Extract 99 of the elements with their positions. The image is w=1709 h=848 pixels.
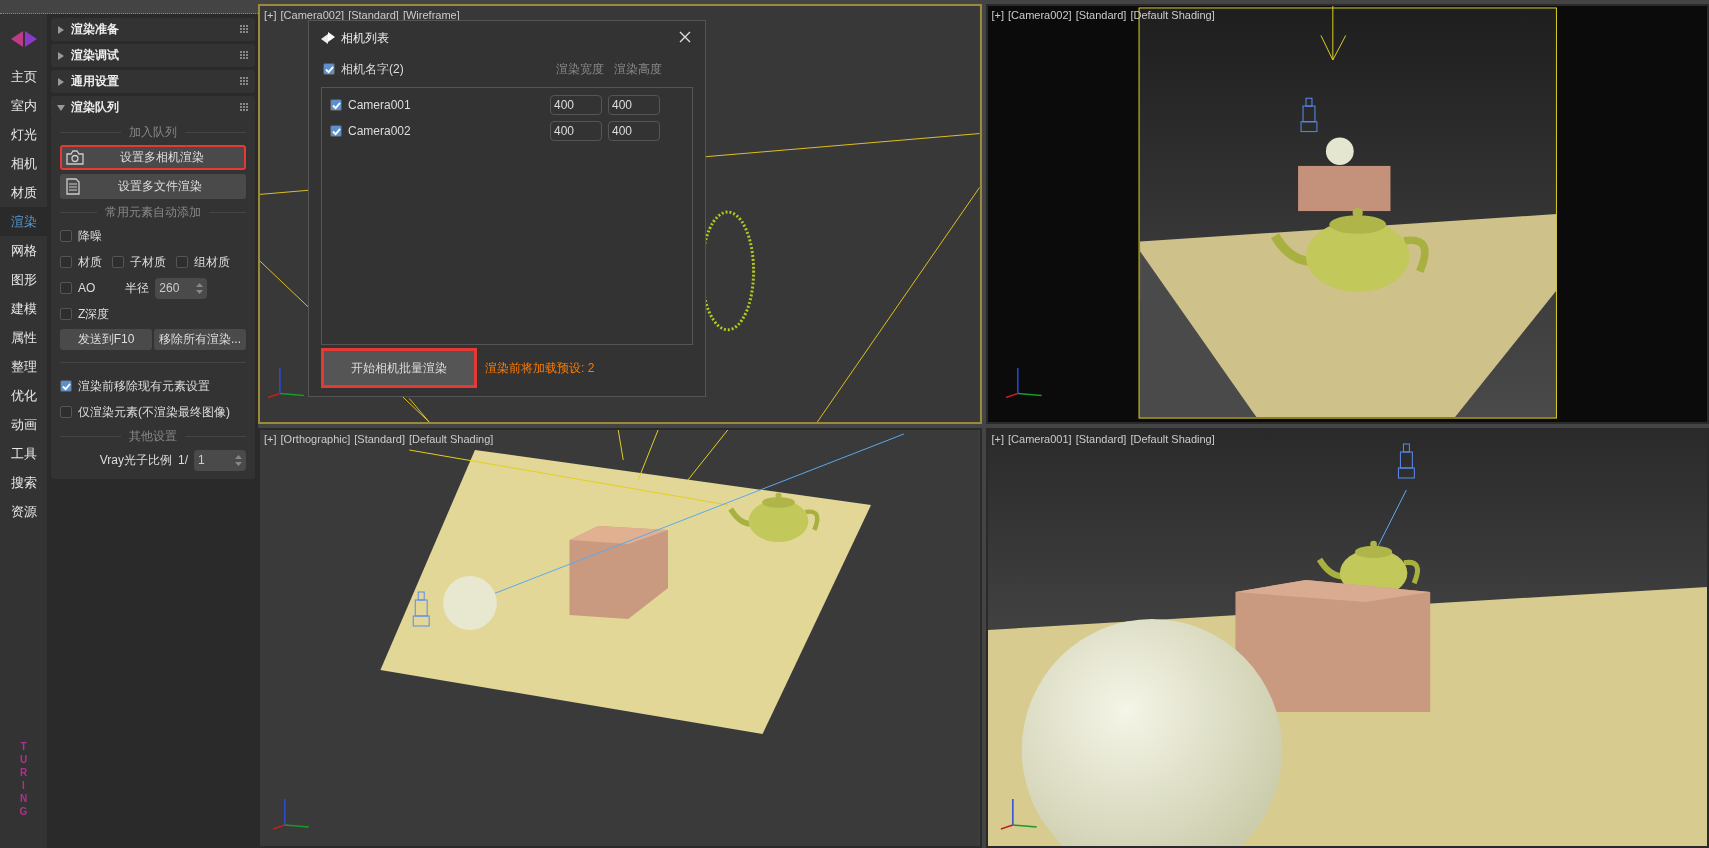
camera-name: Camera002 — [348, 124, 411, 138]
queue-button[interactable]: 设置多文件渲染 — [60, 174, 246, 199]
column-header: 渲染高度 — [613, 60, 663, 78]
sidebar-item[interactable]: 属性 — [0, 323, 47, 352]
checkbox[interactable] — [60, 282, 72, 294]
radius-spinner[interactable]: 260 — [155, 277, 208, 299]
checkbox[interactable] — [323, 63, 335, 75]
height-input[interactable]: 400 — [608, 95, 660, 115]
axis-tripod-drawing — [272, 798, 310, 830]
sidebar-item[interactable]: 网格 — [0, 236, 47, 265]
checkbox[interactable] — [60, 406, 72, 418]
sidebar-item[interactable]: 建模 — [0, 294, 47, 323]
height-input[interactable]: 400 — [608, 121, 660, 141]
viewport-menu-label[interactable]: [+] — [991, 9, 1005, 21]
section-header[interactable]: 渲染队列 — [51, 96, 255, 119]
sidebar-item[interactable]: 图形 — [0, 265, 47, 294]
action-button[interactable]: 发送到F10 — [60, 329, 152, 350]
viewport-menu-label[interactable]: [Orthographic] — [280, 433, 351, 445]
viewport-menu-label[interactable]: [Camera001] — [1008, 433, 1072, 445]
axis-tripod-drawing — [1004, 367, 1042, 399]
checkbox-label: 材质 — [78, 253, 102, 271]
collapsed-triangle-icon[interactable] — [57, 25, 65, 34]
checkbox[interactable] — [176, 256, 188, 268]
sidebar-item[interactable]: 资源 — [0, 497, 47, 526]
sidebar-item[interactable]: 搜索 — [0, 468, 47, 497]
checkbox-label: 降噪 — [78, 227, 102, 245]
photon-ratio-spinner[interactable]: 1 — [194, 449, 246, 471]
checkbox[interactable] — [60, 230, 72, 242]
viewport[interactable]: [+] [Orthographic] [Standard] [Default Shading] — [258, 428, 982, 848]
checkbox-label: 仅渲染元素(不渲染最终图像) — [78, 403, 230, 421]
camera-icon — [66, 150, 84, 165]
viewport-menu-label[interactable]: [Camera002] — [280, 9, 345, 21]
brand-text: TURING — [19, 740, 28, 818]
group-heading: 常用元素自动添加 — [105, 203, 201, 221]
viewport-menu-label[interactable]: [Camera002] — [1008, 9, 1072, 21]
section-header[interactable]: 渲染调试 — [51, 44, 255, 67]
checkbox[interactable] — [60, 380, 72, 392]
logo-icon — [321, 31, 335, 45]
collapsed-triangle-icon[interactable] — [57, 51, 65, 60]
viewport-menu-label[interactable]: [+] — [264, 433, 277, 445]
expanded-triangle-icon[interactable] — [57, 103, 65, 112]
viewport-menu-label[interactable]: [Default Shading] — [409, 433, 494, 445]
sidebar-item[interactable]: 整理 — [0, 352, 47, 381]
column-header: 渲染宽度 — [555, 60, 605, 78]
action-button[interactable]: 移除所有渲染... — [154, 329, 246, 350]
sidebar-item[interactable]: 主页 — [0, 62, 47, 91]
viewport-menu-label[interactable]: [Standard] — [1075, 9, 1127, 21]
checkbox-label: AO — [78, 281, 96, 295]
sidebar-item[interactable]: 相机 — [0, 149, 47, 178]
dialog-title: 相机列表 — [341, 29, 389, 47]
sidebar-item[interactable]: 工具 — [0, 439, 47, 468]
checkbox-label: 子材质 — [130, 253, 166, 271]
drag-grip-icon[interactable] — [240, 51, 249, 60]
viewport-menu-label[interactable]: [Standard] — [1075, 433, 1127, 445]
document-icon — [66, 178, 80, 195]
camera-name: Camera001 — [348, 98, 411, 112]
width-input[interactable]: 400 — [550, 95, 602, 115]
checkbox-label: Z深度 — [78, 305, 110, 323]
radius-label: 半径 — [125, 279, 150, 297]
group-heading: 加入队列 — [129, 123, 177, 141]
drag-grip-icon[interactable] — [240, 77, 249, 86]
sidebar-item[interactable]: 材质 — [0, 178, 47, 207]
drag-grip-icon[interactable] — [240, 103, 249, 112]
width-input[interactable]: 400 — [550, 121, 602, 141]
viewport-menu-label[interactable]: [Default Shading] — [1130, 433, 1215, 445]
group-heading: 其他设置 — [129, 427, 177, 445]
sidebar-item[interactable]: 渲染 — [0, 207, 47, 236]
checkbox-label: 组材质 — [194, 253, 230, 271]
close-icon[interactable] — [679, 31, 693, 45]
section-header[interactable]: 渲染准备 — [51, 18, 255, 41]
checkbox[interactable] — [112, 256, 124, 268]
queue-button[interactable]: 设置多相机渲染 — [60, 145, 246, 170]
viewport[interactable]: [+] [Camera001] [Standard] [Default Shading] — [985, 428, 1709, 848]
checkbox[interactable] — [60, 256, 72, 268]
sidebar-item[interactable]: 动画 — [0, 410, 47, 439]
sidebar-item[interactable]: 灯光 — [0, 120, 47, 149]
column-header: 相机名字(2) — [341, 60, 404, 78]
sidebar-item[interactable]: 优化 — [0, 381, 47, 410]
photon-ratio-label: Vray光子比例 — [99, 451, 172, 469]
viewport-menu-label[interactable]: [Standard] — [348, 9, 399, 21]
checkbox[interactable] — [60, 308, 72, 320]
viewport-menu-label[interactable]: [+] — [264, 9, 277, 21]
ratio-prefix: 1/ — [178, 453, 188, 467]
spinner-arrows-icon[interactable] — [235, 453, 242, 467]
checkbox-label: 渲染前移除现有元素设置 — [78, 377, 210, 395]
collapsed-triangle-icon[interactable] — [57, 77, 65, 86]
start-batch-render-button[interactable]: 开始相机批量渲染 — [321, 348, 477, 388]
viewport-menu-label[interactable]: [Standard] — [354, 433, 405, 445]
viewport-menu-label[interactable]: [+] — [991, 433, 1005, 445]
checkbox[interactable] — [330, 125, 342, 137]
viewport-menu-label[interactable]: [Wireframe] — [402, 9, 460, 21]
drag-grip-icon[interactable] — [240, 25, 249, 34]
checkbox[interactable] — [330, 99, 342, 111]
spinner-arrows-icon[interactable] — [196, 281, 204, 295]
axis-tripod-drawing — [267, 367, 305, 399]
preset-note: 渲染前将加载预设: 2 — [485, 359, 595, 377]
section-header[interactable]: 通用设置 — [51, 70, 255, 93]
axis-tripod-drawing — [999, 798, 1037, 830]
sidebar-item[interactable]: 室内 — [0, 91, 47, 120]
